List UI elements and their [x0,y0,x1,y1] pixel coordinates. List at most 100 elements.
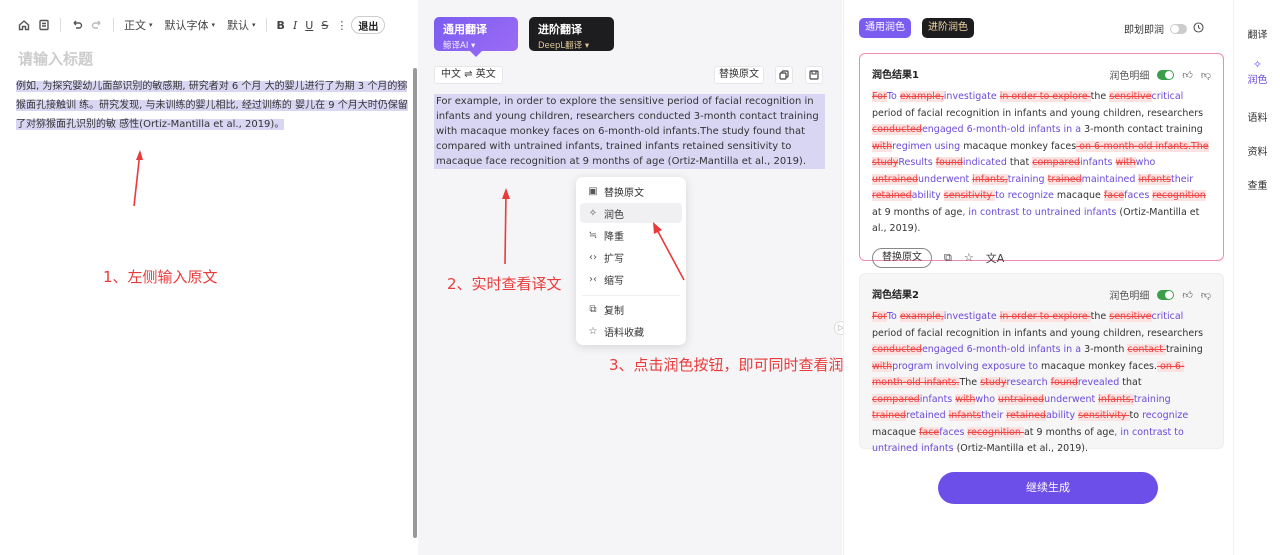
menu-item-replace[interactable]: ▣ 替换原文 [580,181,682,201]
annotation-arrow-2 [502,188,510,265]
replace-original-button[interactable]: 替换原文 [714,66,764,84]
font-size-select[interactable]: 默认 ▾ [223,15,260,35]
polish-result-text[interactable]: ForTo example,investigate in order to ex… [872,309,1211,458]
kept-text: the [1090,311,1110,322]
thumbs-up-icon[interactable]: 👍︎ [1182,289,1192,301]
chevron-down-icon: ▾ [252,21,256,29]
inserted-text: revealed [1077,377,1120,388]
show-diff-toggle[interactable] [1157,289,1175,300]
sidebar-item-corpus[interactable]: 语料 [1234,109,1280,124]
exit-button[interactable]: 退出 [351,16,386,34]
replace-original-button[interactable]: 替换原文 [872,247,932,268]
result-meta: 润色明细 👍︎ 👎︎ [1109,69,1211,82]
instant-polish-toggle[interactable] [1170,23,1187,34]
deleted-text: study [872,157,899,168]
translation-result[interactable]: For example, in order to explore the sen… [434,94,825,169]
strikethrough-button[interactable]: S [317,15,332,35]
home-icon[interactable] [14,15,34,35]
sidebar-item-translate[interactable]: 翻译 [1234,26,1280,41]
redo-icon[interactable] [87,15,107,35]
deleted-text: compared [872,393,920,405]
sidebar-item-plagiarism[interactable]: 查重 [1234,177,1280,192]
deleted-text: trained [872,410,906,421]
polish-result-text[interactable]: ForTo example,investigate in order to ex… [872,89,1211,238]
deleted-text: trained [1047,173,1082,185]
inserted-text: Results [898,157,936,168]
thumbs-down-icon[interactable]: 👎︎ [1201,69,1211,81]
inserted-text: research [1006,377,1051,388]
editor-panel: 正文 ▾ 默认字体 ▾ 默认 ▾ B I U S ⋮ 退出 请输入标题 例如, 为探究… [0,0,418,555]
sidebar-item-materials[interactable]: 资料 [1234,143,1280,158]
tab-advanced-translate[interactable]: 进阶翻译 DeepL翻译 ▾ [529,17,614,51]
result-meta: 润色明细 👍︎ 👎︎ [1109,289,1211,302]
star-icon[interactable]: ☆ [964,251,974,264]
inserted-text: underwent [918,173,973,185]
inserted-text: engaged 6-month-old infants in a [921,344,1085,355]
deleted-text: with [872,360,893,372]
replace-icon: ▣ [588,185,598,197]
annotation-step-1: 1、左侧输入原文 [103,268,218,286]
deleted-text: example, [899,311,944,322]
inserted-text: infants [1079,157,1116,168]
deleted-text: untrained [872,173,919,185]
deleted-text: sensitivity [943,190,996,201]
copy-icon[interactable]: ⧉ [944,251,952,265]
save-icon[interactable] [805,66,823,84]
document-icon[interactable] [34,15,54,35]
kept-text: that [1119,377,1142,388]
inserted-text: their [1170,173,1194,185]
source-text-area[interactable]: 例如, 为探究婴幼儿面部识别的敏感期, 研究者对 6 个月 大的婴儿进行了为期 … [16,77,412,134]
tab-advanced-polish[interactable]: 进阶润色 [922,18,974,38]
kept-text: at 9 months of age [1023,426,1115,438]
result-actions: 替换原文 ⧉ ☆ 文A [872,247,1211,268]
sparkle-icon: ✧ [1252,58,1263,71]
sidebar-item-polish[interactable]: ✧ 润色 [1234,58,1280,86]
show-diff-toggle[interactable] [1157,69,1175,80]
toolbar-divider [265,18,267,32]
toolbar-divider [113,18,114,32]
tab-general-translate[interactable]: 通用翻译 鲸译AI ▾ [434,17,518,51]
font-family-select[interactable]: 默认字体 ▾ [161,15,220,35]
deleted-text: sensitive [1109,91,1152,102]
inserted-text: training [1133,393,1171,405]
history-icon[interactable] [1193,21,1204,36]
italic-button[interactable]: I [289,15,301,35]
inserted-text: ability [1045,410,1079,421]
underline-button[interactable]: U [301,15,317,35]
continue-generate-button[interactable]: 继续生成 [938,472,1158,504]
copy-icon[interactable] [775,66,793,84]
title-input[interactable]: 请输入标题 [18,48,93,69]
bold-button[interactable]: B [273,15,289,35]
paragraph-style-select[interactable]: 正文 ▾ [120,15,157,35]
annotation-step-2: 2、实时查看译文 [447,275,562,293]
deleted-text: retained [872,190,912,201]
inserted-text: program involving exposure to [892,360,1039,372]
thumbs-down-icon[interactable]: 👎︎ [1201,289,1211,301]
translate-icon[interactable]: 文A [986,250,1005,266]
inserted-text: who [1135,157,1156,168]
toolbar-divider [60,18,61,32]
menu-item-collect[interactable]: ☆ 语料收藏 [580,321,682,341]
more-icon[interactable]: ⋮ [332,15,351,35]
deleted-text: sensitivity [1078,410,1130,421]
inserted-text: faces [1124,190,1153,201]
copy-icon: ⧉ [589,303,597,315]
kept-text: 3-month contact training [1084,124,1203,135]
inserted-text: engaged 6-month-old infants in a [921,124,1085,135]
language-pair-select[interactable]: 中文 ⇌ 英文 [434,66,503,84]
deleted-text: recognition [967,426,1024,438]
tab-general-polish[interactable]: 通用润色 [859,18,911,38]
kept-text: period of facial recognition in infants … [872,107,1204,119]
undo-icon[interactable] [67,15,87,35]
editor-scrollbar[interactable] [413,68,417,538]
deleted-text: on 6-month-old infants.The [1076,140,1209,152]
menu-item-copy[interactable]: ⧉ 复制 [580,299,682,319]
chevron-down-icon: ▾ [211,21,216,29]
kept-text: macaque [1056,190,1104,201]
deleted-text: For [872,311,887,322]
inserted-text: investigate [943,311,1000,322]
deleted-text: infants, [972,173,1008,185]
inserted-text: critical [1151,91,1184,102]
thumbs-up-icon[interactable]: 👍︎ [1182,69,1192,81]
deleted-text: face [919,426,940,438]
